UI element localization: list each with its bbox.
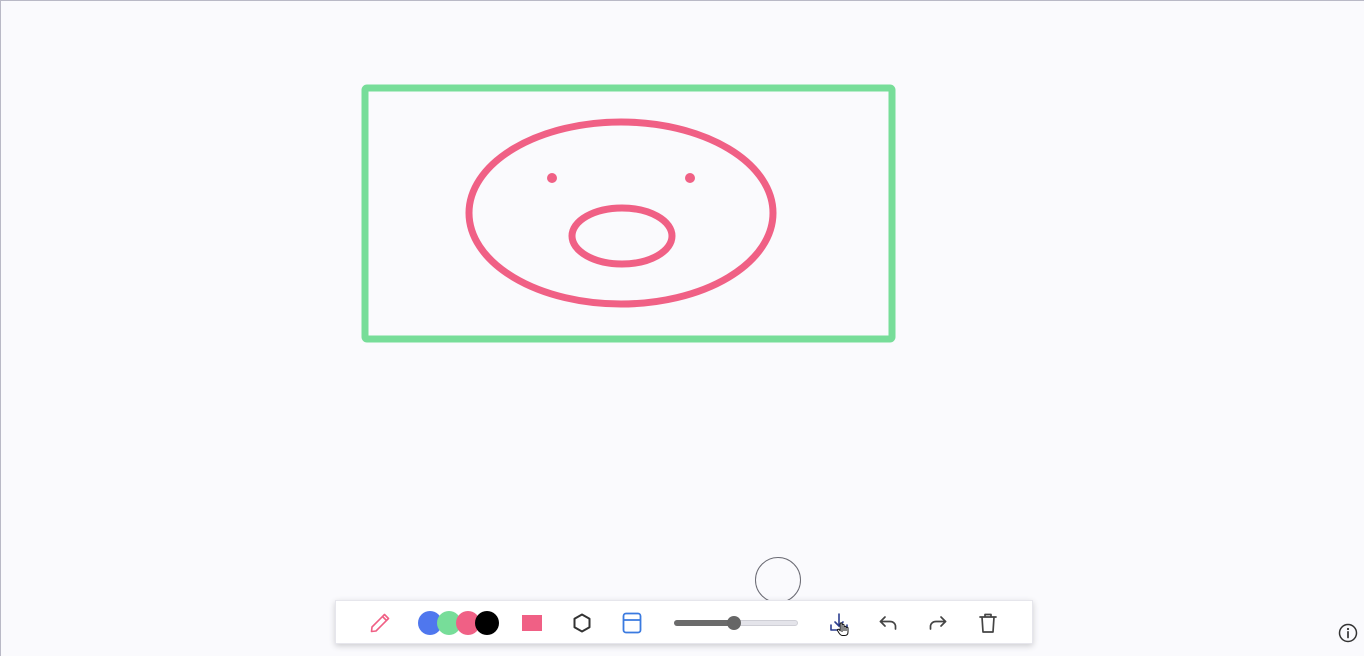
download-icon [830,613,849,636]
fill-square-icon [522,615,542,631]
redo-button[interactable] [923,608,953,638]
drawn-right-eye [685,173,695,183]
drawing-app [0,0,1364,656]
slider-fill [674,620,734,626]
hexagon-icon [573,613,591,633]
pencil-tool-button[interactable] [365,608,395,638]
color-swatch-black[interactable] [475,611,499,635]
brush-size-cursor [755,557,801,603]
trash-icon [979,613,997,633]
pencil-icon [370,613,390,633]
toolbar [335,600,1033,644]
info-button[interactable] [1337,622,1359,644]
slider-thumb[interactable] [726,616,741,630]
drawn-left-eye [547,173,557,183]
undo-icon [879,616,897,630]
undo-button[interactable] [873,608,903,638]
info-icon [1338,623,1358,643]
clear-canvas-button[interactable] [973,608,1003,638]
drawn-face-outline [465,118,777,308]
frame-icon [622,612,642,634]
redo-icon [929,616,947,630]
download-button[interactable] [824,608,854,638]
fill-tool-button[interactable] [517,608,547,638]
drawing-canvas[interactable] [1,1,1364,656]
brush-size-slider[interactable] [672,614,800,632]
frame-tool-button[interactable] [617,608,647,638]
drawn-mouth [568,204,676,268]
shape-tool-button[interactable] [567,608,597,638]
color-swatches [418,610,502,636]
